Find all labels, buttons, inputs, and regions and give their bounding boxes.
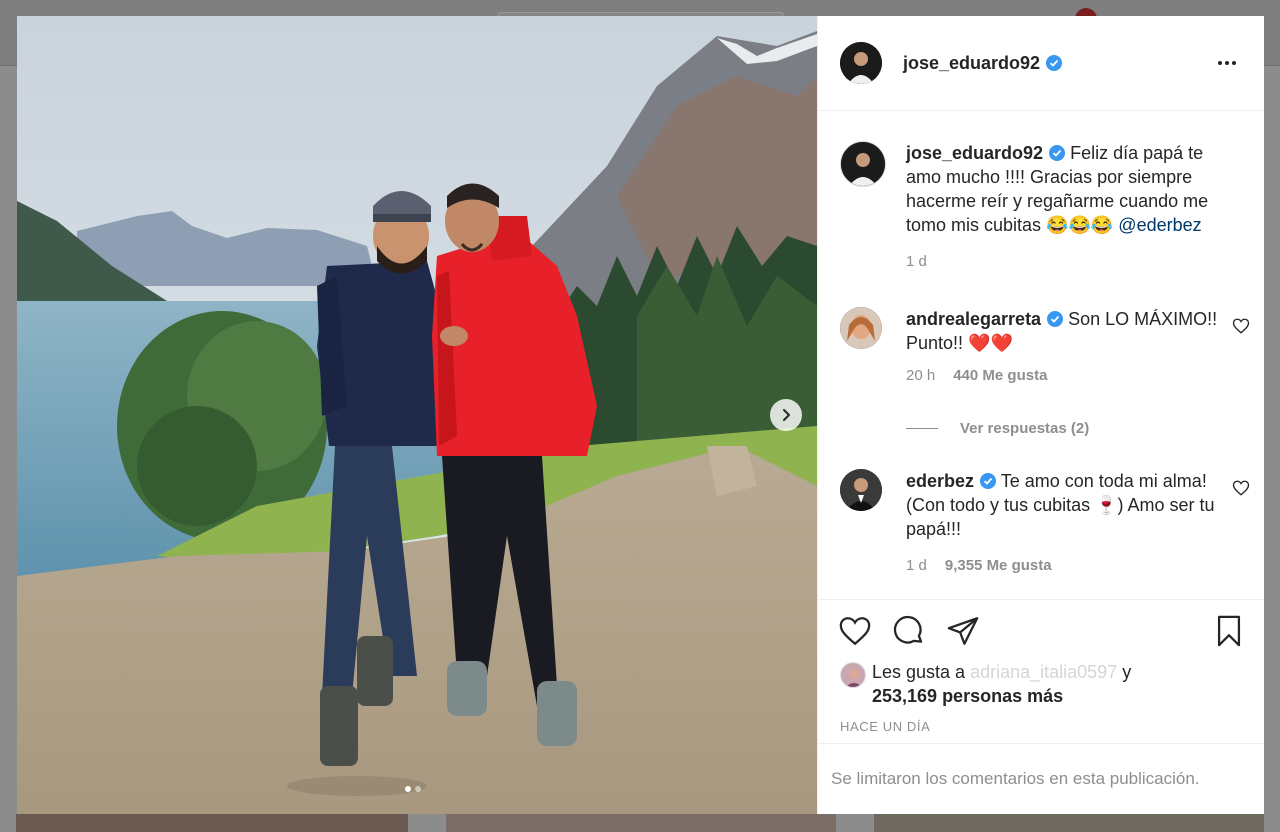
- caption-username[interactable]: jose_eduardo92: [906, 143, 1043, 163]
- comment-avatar[interactable]: [840, 307, 882, 349]
- post-modal: jose_eduardo92 jose_eduardo92 Feliz día …: [17, 16, 1264, 814]
- liker-avatar-image: [841, 663, 865, 687]
- liker-username-link[interactable]: adriana_italia0597: [970, 662, 1117, 682]
- comment-meta: 1 d 9,355 Me gusta: [906, 557, 1052, 574]
- caption-text: jose_eduardo92 Feliz día papá te amo muc…: [906, 141, 1226, 237]
- view-replies-label[interactable]: Ver respuestas (2): [960, 420, 1089, 437]
- comment-avatar-image: [840, 469, 882, 511]
- post-header: jose_eduardo92: [818, 16, 1264, 111]
- author-username[interactable]: jose_eduardo92: [903, 53, 1063, 74]
- comment-meta: 20 h 440 Me gusta: [906, 367, 1047, 384]
- comment-likes-count[interactable]: 9,355 Me gusta: [945, 557, 1052, 574]
- post-time-ago[interactable]: HACE UN DÍA: [840, 719, 930, 734]
- post-photo[interactable]: [17, 16, 817, 814]
- verified-badge-icon: [1046, 54, 1063, 71]
- author-avatar-image: [840, 42, 882, 84]
- photo-illustration: [17, 16, 817, 814]
- caption-time[interactable]: 1 d: [906, 253, 927, 270]
- comment-username[interactable]: ederbez: [906, 471, 974, 491]
- post-actions-section: Les gusta a adriana_italia0597 y 253,169…: [818, 599, 1264, 744]
- carousel-next-button[interactable]: [770, 399, 802, 431]
- comment-like-heart-icon[interactable]: [1232, 479, 1250, 497]
- comment-time[interactable]: 1 d: [906, 557, 927, 574]
- liker-avatar[interactable]: [840, 662, 866, 688]
- caption-avatar[interactable]: [840, 141, 886, 187]
- caption-avatar-image: [841, 142, 885, 186]
- replies-divider-line: [906, 428, 938, 429]
- verified-badge-icon: [1047, 311, 1064, 327]
- view-replies-button[interactable]: Ver respuestas (2): [906, 420, 1089, 437]
- comment-avatar-image: [840, 307, 882, 349]
- bookmark-icon[interactable]: [1212, 614, 1246, 648]
- likes-count-link[interactable]: 253,169 personas más: [872, 686, 1063, 706]
- share-icon[interactable]: [946, 614, 980, 648]
- comment-likes-count[interactable]: 440 Me gusta: [953, 367, 1047, 384]
- likes-summary-text: Les gusta a adriana_italia0597 y 253,169…: [872, 660, 1232, 708]
- comment-avatar[interactable]: [840, 469, 882, 511]
- post-details-panel: jose_eduardo92 jose_eduardo92 Feliz día …: [817, 16, 1264, 814]
- comments-limited-notice: Se limitaron los comentarios en esta pub…: [818, 743, 1264, 814]
- carousel-indicator: [405, 786, 421, 792]
- verified-badge-icon: [980, 473, 997, 489]
- chevron-right-icon: [783, 409, 790, 421]
- likes-prefix: Les gusta a: [872, 662, 971, 682]
- comment-icon[interactable]: [892, 614, 926, 648]
- verified-badge-icon: [1049, 145, 1066, 161]
- more-options-button[interactable]: [1212, 53, 1242, 73]
- carousel-dot-active: [405, 786, 411, 792]
- author-username-text[interactable]: jose_eduardo92: [903, 53, 1040, 73]
- author-avatar[interactable]: [840, 42, 882, 84]
- comment-text: ederbez Te amo con toda mi alma! (Con to…: [906, 469, 1226, 541]
- comment-text: andrealegarreta Son LO MÁXIMO!! Punto!! …: [906, 307, 1226, 355]
- carousel-dot: [415, 786, 421, 792]
- comment-like-heart-icon[interactable]: [1232, 317, 1250, 335]
- background-thumbnail-strip: [16, 814, 1280, 832]
- like-heart-icon[interactable]: [838, 614, 872, 648]
- caption-meta: 1 d: [906, 253, 927, 270]
- more-options-icon: [1218, 61, 1222, 65]
- likes-suffix: y: [1117, 662, 1132, 682]
- caption-mention-link[interactable]: @ederbez: [1118, 215, 1201, 235]
- comment-time[interactable]: 20 h: [906, 367, 935, 384]
- comment-username[interactable]: andrealegarreta: [906, 309, 1041, 329]
